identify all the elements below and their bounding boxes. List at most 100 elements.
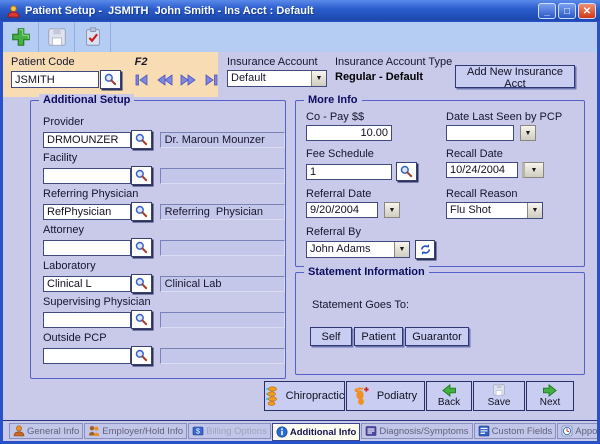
- statement-guarantor-button[interactable]: Guarantor: [405, 327, 469, 346]
- patient-code-search-button[interactable]: [100, 70, 121, 89]
- referring-physician-search-button[interactable]: [131, 202, 152, 221]
- outside-pcp-search-button[interactable]: [131, 346, 152, 365]
- outside-pcp-name-display: [160, 348, 285, 364]
- recall-date-input[interactable]: [446, 162, 518, 178]
- clipboard-check-icon: [82, 26, 104, 48]
- insurance-account-value: Default: [228, 71, 311, 86]
- podiatry-button[interactable]: Podiatry: [346, 381, 425, 411]
- magnifier-icon: [135, 241, 148, 254]
- first-record-icon: [133, 73, 151, 87]
- insurance-account-type-value: Regular - Default: [335, 71, 423, 83]
- svg-text:$: $: [196, 429, 200, 436]
- next-button[interactable]: Next: [526, 381, 574, 411]
- referring-physician-label: Referring Physician: [43, 188, 285, 201]
- laboratory-row: Laboratory Clinical Lab: [43, 260, 285, 293]
- provider-row: Provider Dr. Maroun Mounzer: [43, 116, 285, 149]
- toolbar: [3, 22, 597, 52]
- statement-information-title: Statement Information: [304, 266, 429, 278]
- tab-billing-options[interactable]: $ Billing Options: [188, 423, 271, 439]
- co-pay-input[interactable]: [306, 125, 392, 141]
- tab-custom-fields[interactable]: Custom Fields: [474, 423, 557, 439]
- attorney-name-display: [160, 240, 285, 256]
- info-icon: [276, 426, 288, 438]
- referral-date-field: Referral Date ▼: [306, 188, 446, 219]
- facility-name-display: [160, 168, 285, 184]
- person-icon: [13, 425, 25, 437]
- record-previous-button[interactable]: [156, 73, 174, 87]
- more-info-group: More Info Co - Pay $$ Date Last Seen by …: [295, 100, 585, 267]
- co-pay-label: Co - Pay $$: [306, 111, 446, 124]
- referral-date-label: Referral Date: [306, 188, 446, 201]
- facility-code-input[interactable]: [43, 168, 131, 184]
- statement-self-button[interactable]: Self: [310, 327, 352, 346]
- facility-search-button[interactable]: [131, 166, 152, 185]
- tab-diagnosis-symptoms[interactable]: Diagnosis/Symptoms: [361, 423, 472, 439]
- laboratory-search-button[interactable]: [131, 274, 152, 293]
- laboratory-label: Laboratory: [43, 260, 285, 273]
- record-next-button[interactable]: [179, 73, 197, 87]
- window-title: Patient Setup - JSMITH John Smith - Ins …: [25, 5, 536, 17]
- referring-physician-code-input[interactable]: [43, 204, 131, 220]
- referral-date-dropdown-button[interactable]: ▼: [384, 202, 400, 218]
- chevron-down-icon[interactable]: ▼: [311, 71, 326, 86]
- last-record-icon: [202, 73, 220, 87]
- referral-by-select[interactable]: John Adams ▼: [306, 241, 410, 258]
- magnifier-icon: [135, 349, 148, 362]
- attorney-label: Attorney: [43, 224, 285, 237]
- save-toolbar-button[interactable]: [39, 22, 75, 52]
- tab-additional-info[interactable]: Additional Info: [272, 423, 361, 441]
- chevron-down-icon[interactable]: ▼: [527, 203, 542, 218]
- magnifier-icon: [135, 169, 148, 182]
- facility-row: Facility: [43, 152, 285, 185]
- verify-button[interactable]: [75, 22, 111, 52]
- tab-general-info[interactable]: General Info: [9, 423, 83, 439]
- date-last-seen-dropdown-button[interactable]: ▼: [520, 125, 536, 141]
- chevron-down-icon[interactable]: ▼: [394, 242, 409, 257]
- supervising-physician-search-button[interactable]: [131, 310, 152, 329]
- title-bar: Patient Setup - JSMITH John Smith - Ins …: [0, 0, 600, 22]
- minimize-button[interactable]: _: [538, 3, 556, 19]
- date-last-seen-label: Date Last Seen by PCP: [446, 111, 582, 124]
- magnifier-icon: [135, 205, 148, 218]
- supervising-physician-label: Supervising Physician: [43, 296, 285, 309]
- provider-code-input[interactable]: [43, 132, 131, 148]
- attorney-search-button[interactable]: [131, 238, 152, 257]
- fee-schedule-input[interactable]: [306, 164, 392, 180]
- patient-code-input[interactable]: [11, 71, 99, 88]
- laboratory-name-display: Clinical Lab: [160, 276, 285, 292]
- clock-icon: [561, 425, 573, 437]
- previous-record-icon: [156, 73, 174, 87]
- insurance-account-select[interactable]: Default ▼: [227, 70, 327, 87]
- chiropractic-button[interactable]: Chiropractic: [264, 381, 345, 411]
- maximize-button[interactable]: □: [558, 3, 576, 19]
- close-button[interactable]: ✕: [578, 3, 596, 19]
- recall-reason-select[interactable]: Flu Shot ▼: [446, 202, 543, 219]
- attorney-code-input[interactable]: [43, 240, 131, 256]
- recall-reason-value: Flu Shot: [447, 203, 527, 218]
- tab-strip: General Info Employer/Hold Info $ Billin…: [3, 420, 597, 441]
- record-first-button[interactable]: [133, 73, 151, 87]
- magnifier-icon: [135, 133, 148, 146]
- new-button[interactable]: [3, 22, 39, 52]
- back-label: Back: [438, 397, 460, 408]
- recall-date-dropdown-button[interactable]: ▼: [522, 162, 544, 178]
- fee-schedule-search-button[interactable]: [396, 162, 417, 181]
- referral-date-input[interactable]: [306, 202, 378, 218]
- outside-pcp-row: Outside PCP: [43, 332, 285, 365]
- add-new-insurance-acct-button[interactable]: Add New Insurance Acct: [455, 65, 575, 88]
- record-last-button[interactable]: [202, 73, 220, 87]
- date-last-seen-input[interactable]: [446, 125, 514, 141]
- tab-employer-hold-info[interactable]: Employer/Hold Info: [84, 423, 187, 439]
- statement-patient-button[interactable]: Patient: [354, 327, 403, 346]
- back-button[interactable]: Back: [426, 381, 472, 411]
- referring-physician-row: Referring Physician Referring Physician: [43, 188, 285, 221]
- podiatry-label: Podiatry: [377, 390, 417, 402]
- supervising-physician-code-input[interactable]: [43, 312, 131, 328]
- provider-search-button[interactable]: [131, 130, 152, 149]
- provider-name-display: Dr. Maroun Mounzer: [160, 132, 285, 148]
- save-button[interactable]: Save: [473, 381, 525, 411]
- tab-appointments[interactable]: Appointments: [557, 423, 597, 439]
- laboratory-code-input[interactable]: [43, 276, 131, 292]
- referral-by-refresh-button[interactable]: [415, 240, 435, 259]
- outside-pcp-code-input[interactable]: [43, 348, 131, 364]
